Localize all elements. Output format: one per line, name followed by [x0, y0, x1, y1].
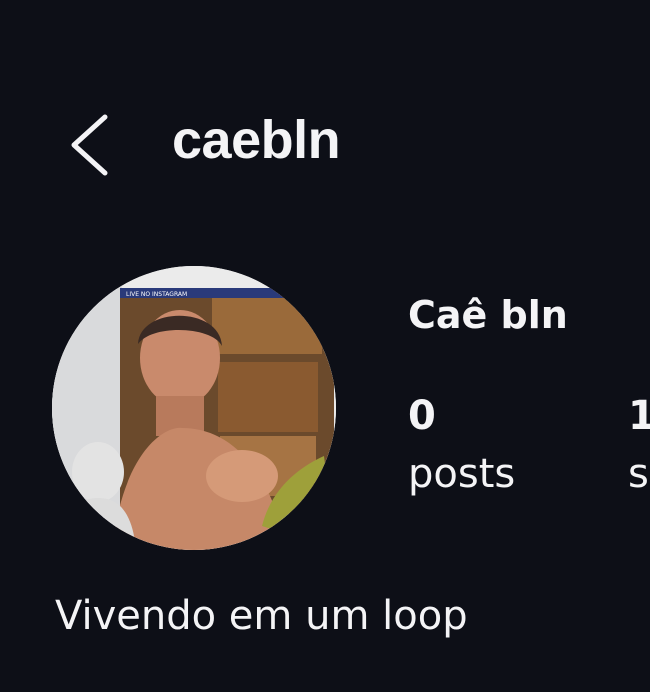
stat-value: 1	[628, 393, 650, 439]
stat-label: s	[628, 451, 649, 497]
bio-text: Vivendo em um loop	[55, 593, 468, 639]
stat-posts[interactable]: 0 posts	[408, 396, 515, 494]
back-button[interactable]	[60, 105, 120, 185]
avatar-photo: LIVE NO INSTAGRAM	[52, 266, 336, 550]
display-name: Caê bln	[408, 293, 568, 337]
stat-followers-partial[interactable]: 1 s	[628, 396, 650, 494]
avatar[interactable]: LIVE NO INSTAGRAM	[52, 266, 336, 550]
stat-value: 0	[408, 393, 436, 439]
chevron-left-icon	[71, 114, 108, 176]
page-title-username: caebln	[172, 110, 341, 170]
stat-label: posts	[408, 451, 516, 497]
avatar-banner-text: LIVE NO INSTAGRAM	[126, 291, 187, 298]
